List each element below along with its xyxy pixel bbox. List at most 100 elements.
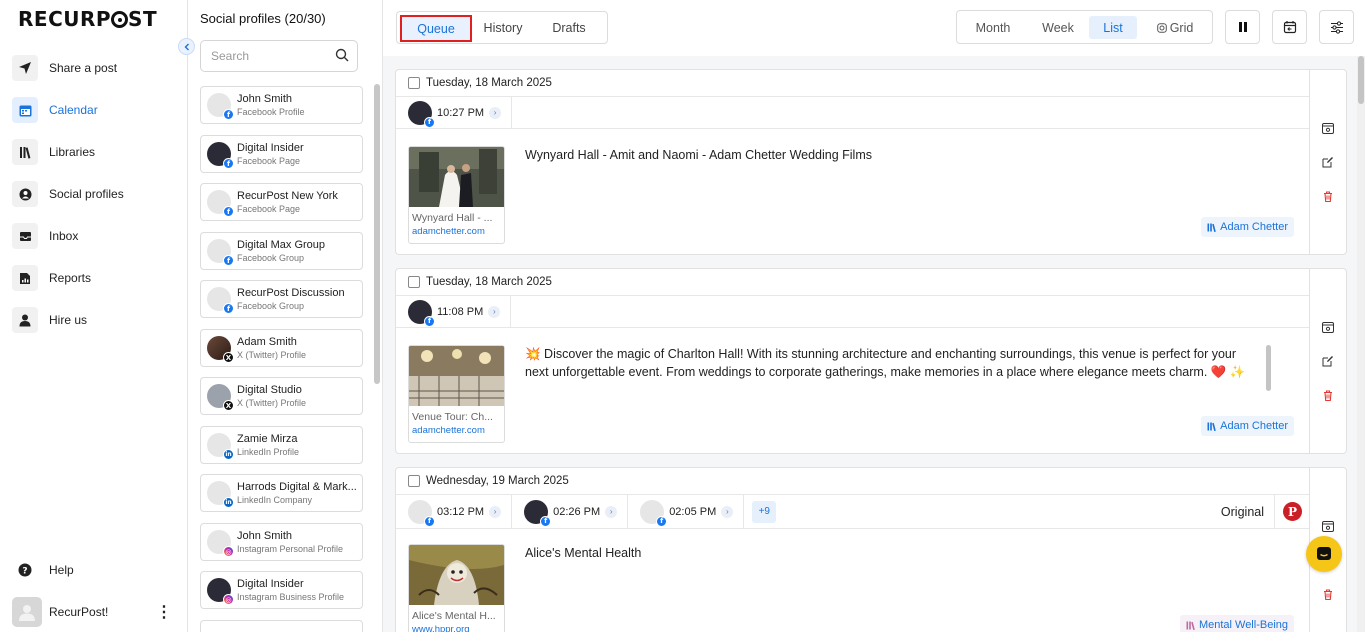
time-chip[interactable]: f 11:08 PM › [396,295,512,328]
select-checkbox[interactable] [408,276,420,288]
chevron-right-icon[interactable]: › [489,505,502,518]
post-date: Wednesday, 19 March 2025 [426,475,569,487]
link-preview-card[interactable]: Venue Tour: Ch... adamchetter.com [408,345,505,443]
nav-label: Inbox [49,229,79,243]
nav-hire-us[interactable]: Hire us [12,305,180,335]
view-grid-label: Grid [1169,20,1194,35]
trash-icon[interactable] [1320,188,1336,204]
more-options-icon[interactable]: ⋮ [156,602,172,622]
sliders-icon [1330,20,1343,34]
profile-card[interactable]: f Digital Max Group Facebook Group [200,232,363,270]
pinterest-button[interactable]: P [1275,496,1310,528]
preview-icon[interactable] [1320,319,1336,335]
post-time: 11:08 PM [437,305,484,318]
nav-share-a-post[interactable]: Share a post [12,53,180,83]
profile-card[interactable]: X Adam Smith X (Twitter) Profile [200,329,363,367]
library-badge[interactable]: Mental Well-Being [1179,615,1294,632]
profile-avatar: f [207,190,234,217]
library-name: Adam Chetter [1220,420,1288,432]
time-chip[interactable]: f 02:26 PM › [512,494,629,529]
preview-icon[interactable] [1320,518,1336,534]
link-preview-card[interactable]: Wynyard Hall - ... adamchetter.com [408,146,505,244]
search-input[interactable] [211,49,331,63]
scrollbar-thumb[interactable] [1358,56,1364,104]
library-icon [1186,621,1195,630]
tab-drafts[interactable]: Drafts [545,16,593,40]
nav-calendar[interactable]: Calendar [12,95,180,125]
user-menu[interactable]: RecurPost! ⋮ [12,597,180,627]
profile-card[interactable]: in Zamie Mirza LinkedIn Profile [200,426,363,464]
time-chip[interactable]: f 03:12 PM › [396,494,513,529]
edit-icon[interactable] [1320,154,1336,170]
trash-icon[interactable] [1320,387,1336,403]
preview-domain[interactable]: adamchetter.com [409,423,504,436]
nav-inbox[interactable]: Inbox [12,221,180,251]
time-chip[interactable]: f 02:05 PM › [628,494,745,529]
nav-libraries[interactable]: Libraries [12,137,180,167]
profile-card[interactable]: f John Smith Facebook Profile [200,86,363,124]
profile-search[interactable] [200,40,358,72]
nav-label: Reports [49,271,92,285]
filter-settings-button[interactable] [1319,10,1354,44]
topbar: Queue History Drafts Month Week List Gri… [383,0,1365,56]
profile-card[interactable]: f RecurPost New York Facebook Page [200,183,363,221]
preview-title: Wynyard Hall - ... [412,212,493,224]
profile-card[interactable]: f Digital Insider Facebook Page [200,135,363,173]
user-name: RecurPost! [49,605,109,619]
profile-avatar: f [207,93,234,120]
view-list[interactable]: List [1089,16,1137,39]
select-checkbox[interactable] [408,77,420,89]
pause-button[interactable] [1225,10,1260,44]
profile-type: X (Twitter) Profile [237,350,307,360]
chevron-right-icon[interactable]: › [488,305,501,318]
chevron-right-icon[interactable]: › [489,106,502,119]
profile-card[interactable]: ◎ Digital Insider Instagram Business Prof… [200,571,363,609]
post-time: 03:12 PM [437,505,485,518]
nav-label: Libraries [49,145,96,159]
person-icon [12,307,38,333]
view-month[interactable]: Month [969,16,1017,39]
link-preview-card[interactable]: Alice's Mental H... www.hppr.org [408,544,505,632]
facebook-icon: f [223,109,234,120]
profile-card[interactable]: in Harrods Digital & Mark... LinkedIn Com… [200,474,363,512]
preview-icon[interactable] [1320,120,1336,136]
view-grid[interactable]: Grid [1147,16,1203,39]
nav-help[interactable]: ? Help [12,555,180,585]
profile-card[interactable]: f RecurPost Discussion Facebook Group [200,280,363,318]
tab-queue[interactable]: Queue [400,15,472,42]
profile-card[interactable]: X Digital Studio X (Twitter) Profile [200,377,363,415]
main-scrollbar[interactable] [1357,56,1365,632]
calendar-export-button[interactable] [1272,10,1307,44]
nav-reports[interactable]: Reports [12,263,180,293]
post-time: 02:26 PM [553,505,601,518]
tab-history[interactable]: History [477,16,529,40]
preview-domain[interactable]: adamchetter.com [409,224,504,237]
view-week[interactable]: Week [1035,16,1081,39]
search-icon[interactable] [335,48,349,65]
select-checkbox[interactable] [408,475,420,487]
facebook-icon: f [656,515,668,527]
more-times-badge[interactable]: +9 [752,500,777,523]
text-scrollbar[interactable] [1266,345,1271,391]
profiles-scrollbar[interactable] [374,84,380,384]
library-badge[interactable]: Adam Chetter [1201,217,1294,237]
profile-card[interactable] [200,620,363,632]
user-circle-icon [12,181,38,207]
profile-type: LinkedIn Company [237,495,313,505]
main-content: Queue History Drafts Month Week List Gri… [383,0,1365,632]
profile-card[interactable]: ◎ John Smith Instagram Personal Profile [200,523,363,561]
trash-icon[interactable] [1320,586,1336,602]
chevron-right-icon[interactable]: › [605,505,618,518]
nav-social-profiles[interactable]: Social profiles [12,179,180,209]
library-badge[interactable]: Adam Chetter [1201,416,1294,436]
recurpost-logo[interactable]: RECURP ST [18,7,157,31]
profile-name: Zamie Mirza [237,433,298,445]
time-chip[interactable]: f 10:27 PM › [396,96,513,129]
chat-support-button[interactable] [1306,536,1342,572]
collapse-sidebar-button[interactable] [178,38,195,55]
edit-icon[interactable] [1320,353,1336,369]
post-time: 02:05 PM [669,505,717,518]
x-twitter-icon: X [223,400,234,411]
preview-domain[interactable]: www.hppr.org [409,622,504,632]
chevron-right-icon[interactable]: › [721,505,734,518]
